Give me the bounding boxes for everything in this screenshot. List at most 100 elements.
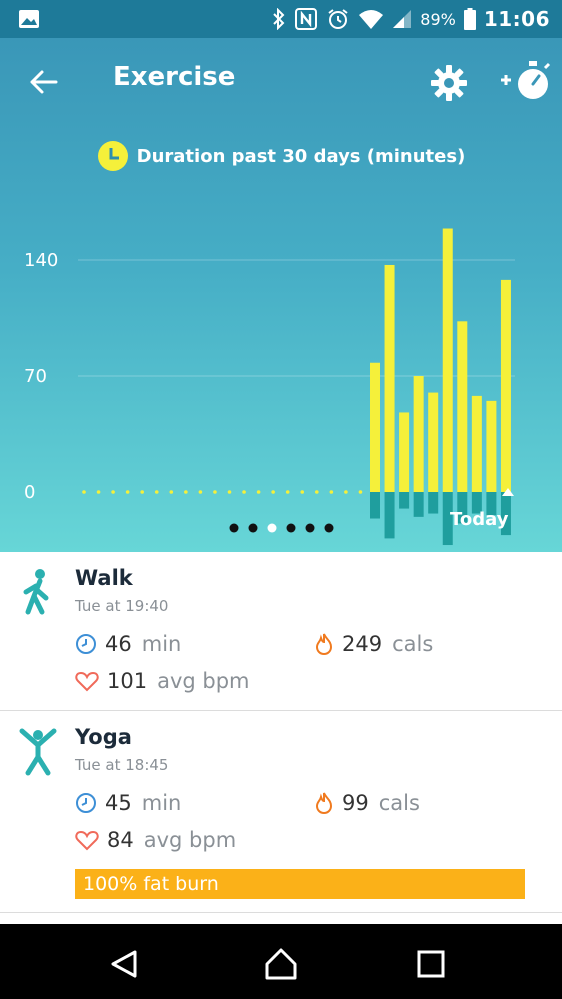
duration-bar-chart[interactable]: 140 70 0 Today <box>0 178 562 552</box>
exercise-summary: Exercise Duration past 30 days (minutes)… <box>0 38 562 552</box>
zero-value-dot <box>285 490 290 494</box>
activity-time: Tue at 19:40 <box>75 597 169 615</box>
clock-icon <box>76 634 96 654</box>
duration-bar[interactable] <box>370 362 380 492</box>
yoga-icon <box>19 728 57 776</box>
page-dot[interactable] <box>305 523 315 533</box>
page-dot[interactable] <box>229 523 239 533</box>
zero-value-dot <box>242 490 246 494</box>
status-icons: 89% 11:06 <box>272 0 550 38</box>
duration-bar[interactable] <box>428 392 439 492</box>
battery-percent: 89% <box>420 9 456 29</box>
gear-icon[interactable] <box>428 62 470 104</box>
duration-stat: 46 min <box>75 632 181 656</box>
clock-icon <box>97 141 128 171</box>
signal-icon <box>393 10 412 28</box>
zero-value-dot <box>271 490 275 494</box>
heart-icon <box>75 671 99 692</box>
back-nav-icon[interactable] <box>105 944 145 984</box>
zero-value-dot <box>300 490 305 494</box>
below-baseline-bar <box>413 492 424 517</box>
calories-value: 249 <box>342 632 383 656</box>
home-nav-icon[interactable] <box>261 944 301 984</box>
recents-nav-icon[interactable] <box>411 944 451 984</box>
duration-bar[interactable] <box>384 264 395 492</box>
zero-value-dot <box>315 490 319 494</box>
page-title: Exercise <box>113 62 236 92</box>
bluetooth-icon <box>273 8 285 30</box>
bpm-value: 84 <box>107 828 134 852</box>
chart-legend: Duration past 30 days (minutes) <box>0 140 562 172</box>
zero-value-dot <box>184 490 188 494</box>
duration-unit: min <box>141 632 182 656</box>
nfc-icon <box>295 8 318 30</box>
heart-icon <box>75 830 99 851</box>
zero-value-dot <box>256 490 261 494</box>
activity-name: Walk <box>75 566 133 590</box>
zero-value-dot <box>140 490 144 494</box>
alarm-icon <box>328 9 348 29</box>
zero-value-dot <box>227 490 232 494</box>
page-dot[interactable] <box>248 523 258 533</box>
page-dot[interactable] <box>267 523 277 533</box>
wifi-icon <box>359 10 384 29</box>
add-stopwatch-icon[interactable] <box>497 56 553 106</box>
zero-value-dot <box>198 490 203 494</box>
duration-unit: min <box>141 791 182 815</box>
y-tick-label: 0 <box>24 482 35 503</box>
flame-icon <box>315 792 333 814</box>
calories-unit: cals <box>392 632 434 656</box>
zero-value-dot <box>213 490 217 494</box>
activity-card-yoga[interactable]: Yoga Tue at 18:45 45 min 99 cals 84 avg … <box>0 711 562 913</box>
fat-burn-badge: 100% fat burn <box>75 869 525 899</box>
app-bar: Exercise <box>0 38 562 124</box>
zero-value-dot <box>82 490 86 494</box>
duration-value: 46 <box>105 632 132 656</box>
below-baseline-bar <box>370 492 380 519</box>
back-arrow-icon[interactable] <box>22 60 66 104</box>
duration-bar[interactable] <box>442 228 453 492</box>
duration-bar[interactable] <box>471 395 482 492</box>
legend-label: Duration past 30 days (minutes) <box>136 145 466 167</box>
duration-bar[interactable] <box>399 412 410 492</box>
y-tick-label: 140 <box>24 250 58 271</box>
flame-icon <box>315 633 333 655</box>
duration-bar[interactable] <box>413 376 424 492</box>
page-dot[interactable] <box>324 523 334 533</box>
zero-value-dot <box>154 490 159 494</box>
below-baseline-bar <box>399 492 410 509</box>
heart-rate-stat: 101 avg bpm <box>75 669 250 693</box>
bpm-value: 101 <box>107 669 148 693</box>
zero-value-dot <box>344 490 348 494</box>
calories-stat: 249 cals <box>314 632 433 656</box>
page-dot[interactable] <box>286 523 296 533</box>
duration-stat: 45 min <box>75 791 181 815</box>
zero-value-dot <box>111 490 115 494</box>
duration-bar[interactable] <box>500 279 511 492</box>
activity-name: Yoga <box>75 725 132 749</box>
system-nav-bar <box>0 924 562 999</box>
battery-icon <box>463 8 476 30</box>
clock-time: 11:06 <box>483 7 550 31</box>
duration-bar[interactable] <box>486 400 497 492</box>
zero-value-dot <box>169 490 174 494</box>
duration-value: 45 <box>105 791 132 815</box>
calories-unit: cals <box>378 791 420 815</box>
duration-bar[interactable] <box>457 321 468 492</box>
heart-rate-stat: 84 avg bpm <box>75 828 236 852</box>
calories-stat: 99 cals <box>314 791 420 815</box>
bpm-unit: avg bpm <box>157 669 250 693</box>
activity-time: Tue at 18:45 <box>75 756 169 774</box>
zero-value-dot <box>329 490 334 494</box>
activity-card-walk[interactable]: Walk Tue at 19:40 46 min 249 cals 101 av… <box>0 552 562 711</box>
below-baseline-bar <box>384 492 395 539</box>
clock-icon <box>76 793 96 813</box>
zero-value-dot <box>125 490 130 494</box>
x-label-today: Today <box>450 509 509 530</box>
walk-icon <box>23 569 49 615</box>
calories-value: 99 <box>342 791 369 815</box>
image-icon <box>19 10 39 28</box>
y-tick-label: 70 <box>24 366 47 387</box>
bpm-unit: avg bpm <box>143 828 237 852</box>
zero-value-dot <box>96 490 101 494</box>
